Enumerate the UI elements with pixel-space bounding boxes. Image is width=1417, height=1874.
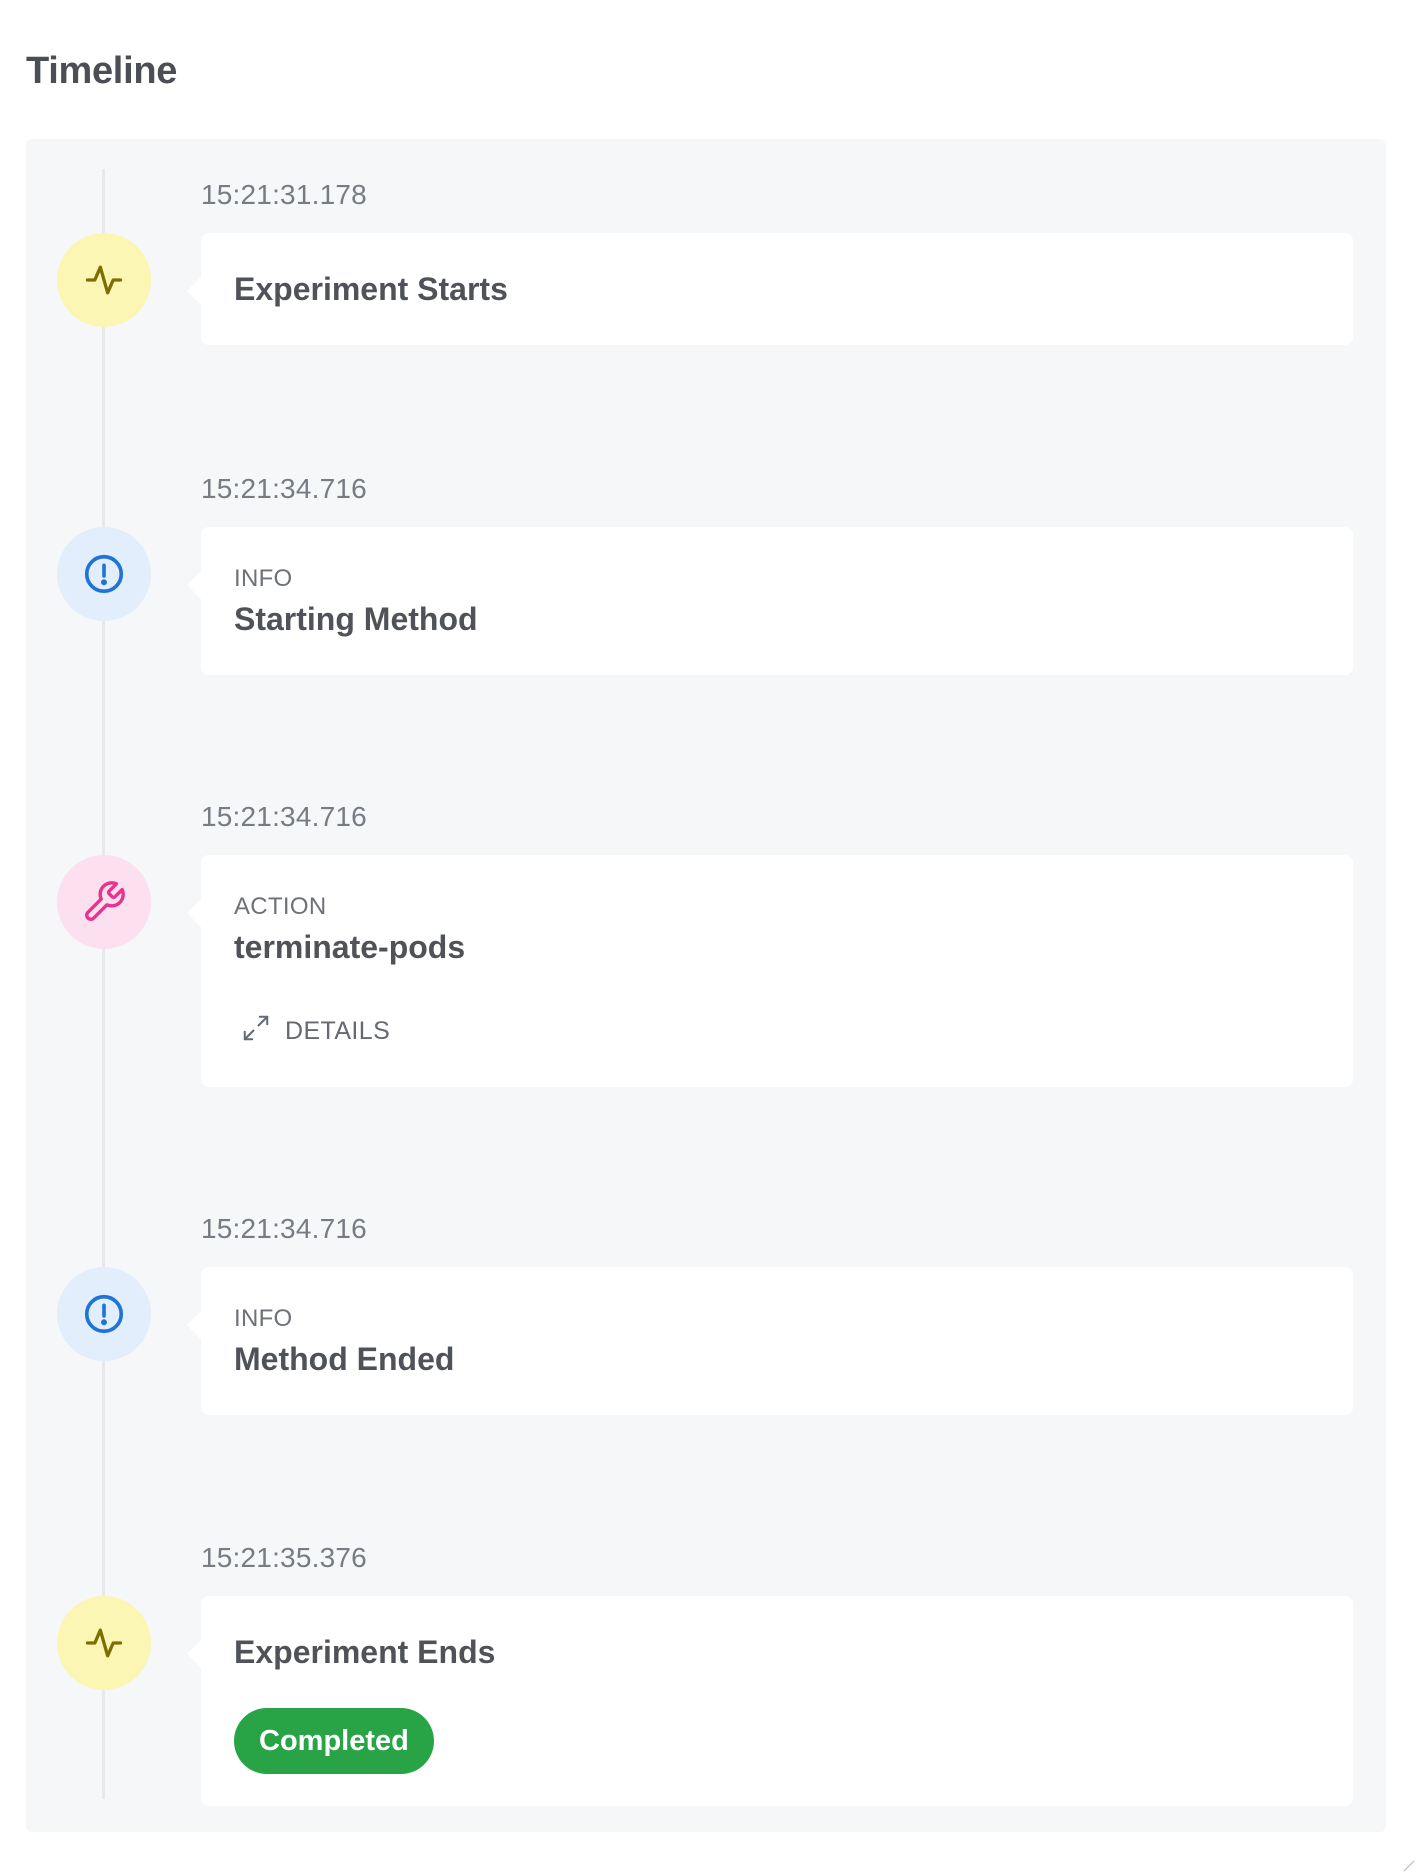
details-button[interactable]: DETAILS <box>241 1013 390 1050</box>
event-card: ACTION terminate-pods DETAILS <box>187 855 1353 1087</box>
expand-arrows-icon <box>241 1013 271 1050</box>
resize-grip-icon[interactable] <box>1401 1858 1415 1872</box>
event-card: INFO Method Ended <box>187 1267 1353 1415</box>
timeline-page: Timeline 15:21:31.178 Experiment Starts … <box>0 0 1417 1874</box>
event-timestamp: 15:21:34.716 <box>201 801 367 832</box>
details-label: DETAILS <box>285 1017 391 1045</box>
status-badge: Completed <box>234 1708 434 1774</box>
event-kind: ACTION <box>234 893 327 920</box>
event-card: Experiment Ends Completed <box>187 1596 1353 1806</box>
event-timestamp: 15:21:34.716 <box>201 473 367 504</box>
activity-pulse-icon <box>82 258 126 302</box>
event-kind: INFO <box>234 565 293 592</box>
event-card: INFO Starting Method <box>187 527 1353 675</box>
event-heading: Method Ended <box>234 1341 455 1377</box>
event-heading: Starting Method <box>234 601 478 637</box>
timeline-rail <box>102 169 105 1799</box>
activity-pulse-icon <box>82 1621 126 1665</box>
event-marker <box>57 1596 151 1690</box>
event-marker <box>57 233 151 327</box>
event-marker <box>57 527 151 621</box>
event-heading: terminate-pods <box>234 929 466 965</box>
event-marker <box>57 855 151 949</box>
event-marker <box>57 1267 151 1361</box>
event-timestamp: 15:21:35.376 <box>201 1542 367 1573</box>
event-heading: Experiment Starts <box>234 271 508 307</box>
info-alert-icon <box>81 551 127 597</box>
event-timestamp: 15:21:31.178 <box>201 179 367 210</box>
page-title: Timeline <box>26 50 178 92</box>
timeline-panel: 15:21:31.178 Experiment Starts 15:21:34.… <box>26 139 1386 1832</box>
wrench-icon <box>81 879 127 925</box>
event-card: Experiment Starts <box>187 233 1353 345</box>
event-heading: Experiment Ends <box>234 1634 496 1670</box>
event-kind: INFO <box>234 1305 293 1332</box>
info-alert-icon <box>81 1291 127 1337</box>
event-timestamp: 15:21:34.716 <box>201 1213 367 1244</box>
